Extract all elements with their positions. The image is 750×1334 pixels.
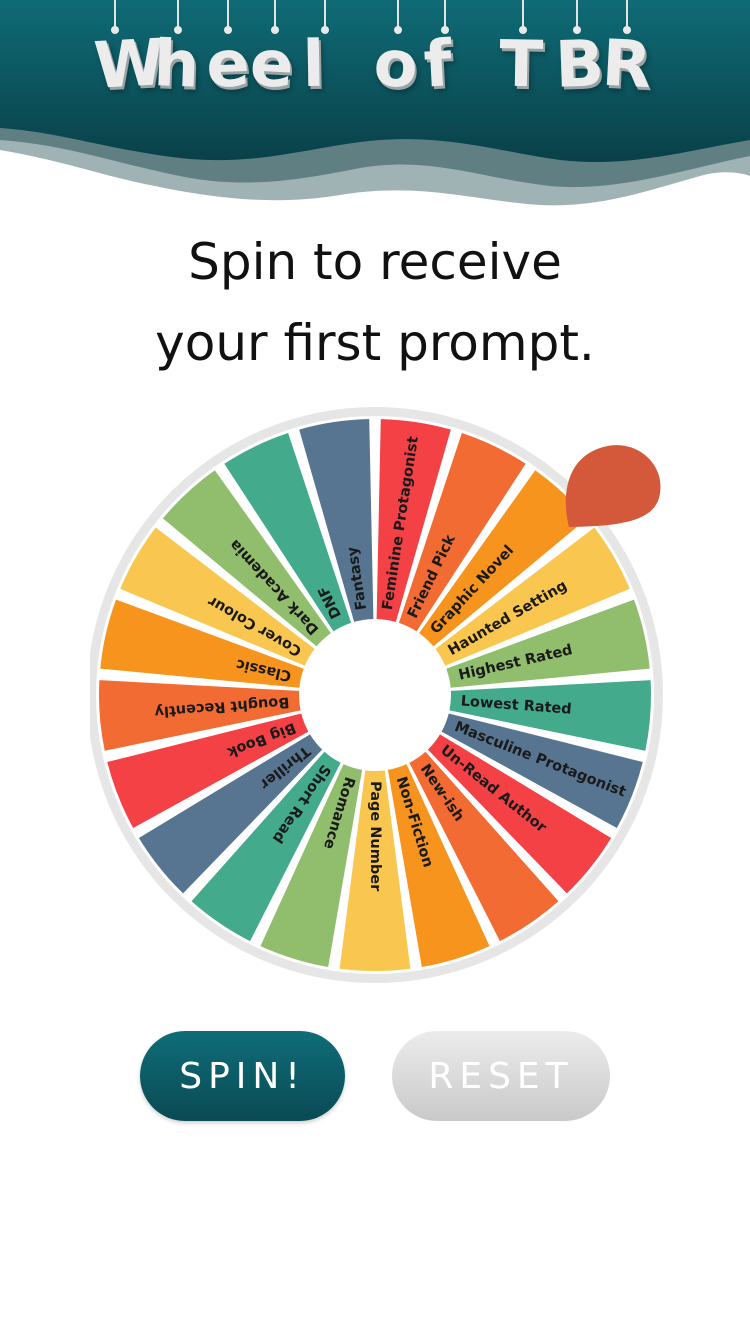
- spin-button[interactable]: SPIN!: [140, 1031, 345, 1121]
- prompt-line-1: Spin to receive: [188, 233, 562, 291]
- prompt-text: Spin to receive your first prompt.: [0, 222, 750, 384]
- title-letter: e: [205, 27, 251, 103]
- prompt-line-2: your first prompt.: [155, 314, 595, 372]
- title-letter: B: [554, 27, 606, 103]
- title-letter: l: [302, 27, 326, 103]
- prompt-wheel[interactable]: Feminine Protagonist Friend Pick Graphic N…: [87, 400, 680, 990]
- title-letter: T: [498, 27, 544, 103]
- wheel-hub: [300, 620, 450, 770]
- wheel-segment-label: Page Number: [367, 781, 383, 892]
- title-letter: f: [422, 27, 454, 103]
- title-letter: o: [372, 27, 419, 103]
- wheel-graphic[interactable]: Feminine ProtagonistFriend PickGraphic N…: [87, 400, 680, 990]
- title-letter: e: [248, 26, 296, 104]
- wheel-pointer-icon: [565, 445, 661, 527]
- title-letter: R: [600, 26, 654, 104]
- header-banner: WheelofTBR: [0, 0, 750, 215]
- title-letter: h: [152, 27, 201, 103]
- reset-button[interactable]: RESET: [392, 1031, 610, 1121]
